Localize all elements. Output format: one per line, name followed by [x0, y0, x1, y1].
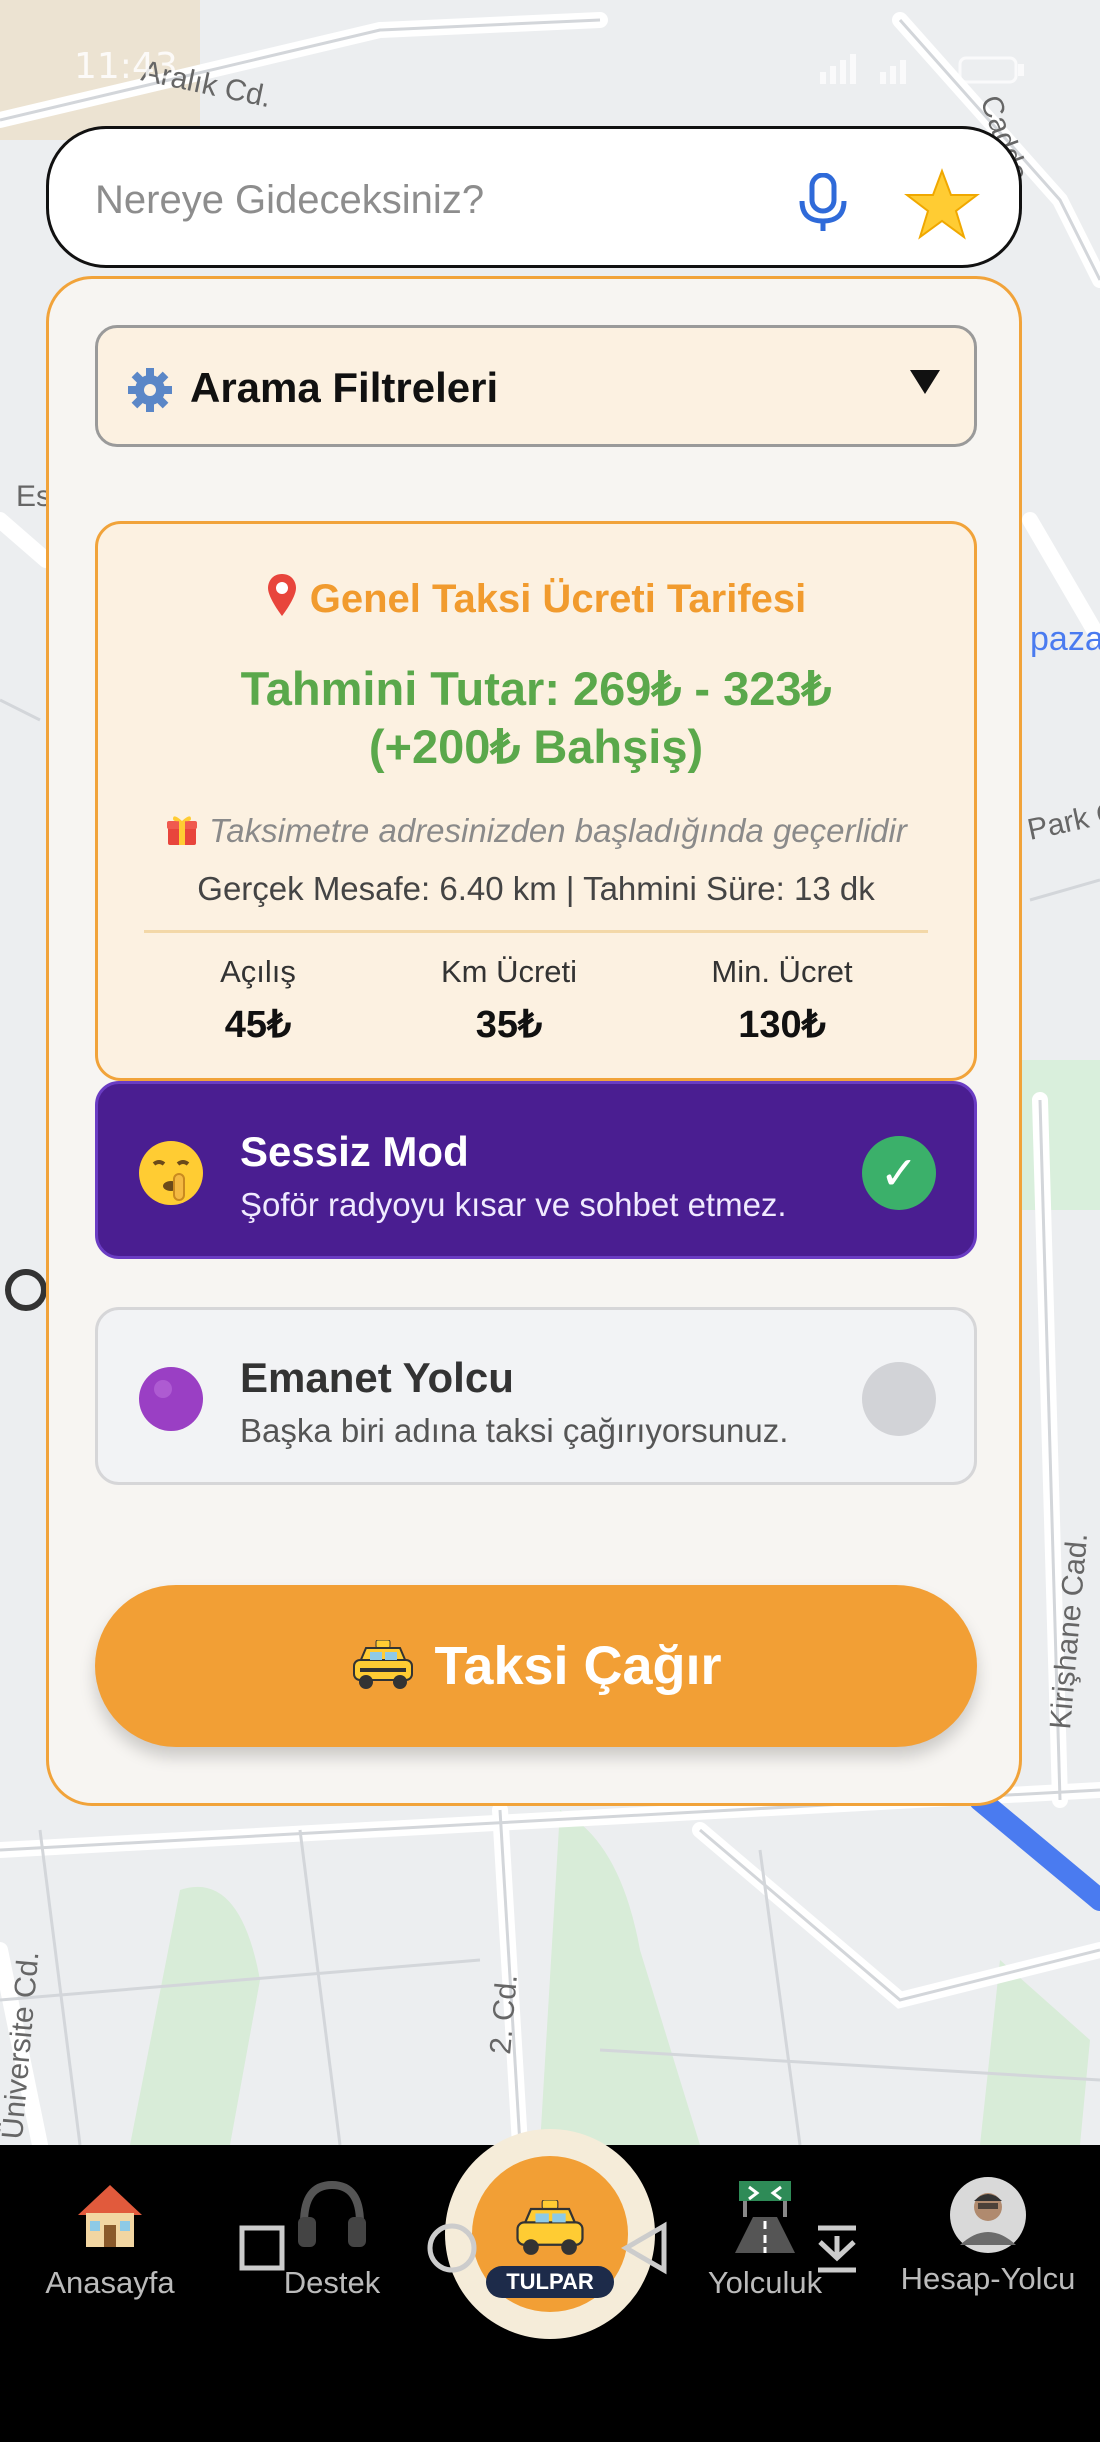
proxy-passenger-title: Emanet Yolcu: [240, 1354, 514, 1401]
tariff-col-value: 130₺: [738, 1004, 826, 1046]
microphone-icon[interactable]: [794, 173, 852, 233]
shushing-face-icon: [139, 1141, 203, 1205]
tariff-km-fee: Km Ücreti 35₺: [379, 954, 639, 1047]
filters-label: Arama Filtreleri: [190, 364, 499, 411]
search-filters-dropdown[interactable]: Arama Filtreleri: [95, 325, 977, 447]
estimated-amount: Tahmini Tutar: 269₺ - 323₺ (+200₺ Bahşiş…: [98, 660, 974, 776]
system-navigation-bar: [239, 2221, 856, 2275]
street-label: pazar: [1030, 620, 1100, 658]
call-taxi-button[interactable]: Taksi Çağır: [95, 1585, 977, 1747]
gear-icon: [128, 368, 172, 412]
tariff-divider: [144, 930, 928, 933]
notification-pull-icon[interactable]: [818, 2225, 856, 2273]
tariff-col-label: Min. Ücret: [711, 954, 853, 989]
silent-mode-option[interactable]: Sessiz Mod Şoför radyoyu kısar ve sohbet…: [95, 1081, 977, 1259]
purple-circle-icon: [139, 1367, 203, 1431]
bottom-navigation: Anasayfa Destek TULPAR Yolculuk Hesap-Yo…: [0, 2129, 1100, 2442]
taximeter-note-text: Taksimetre adresinizden başladığında geç…: [209, 812, 907, 849]
tariff-title-row: Genel Taksi Ücreti Tarifesi: [98, 572, 974, 622]
proxy-passenger-checkbox[interactable]: [862, 1362, 936, 1436]
estimated-amount-range: Tahmini Tutar: 269₺ - 323₺: [240, 662, 832, 715]
status-icons: [820, 54, 1024, 84]
chevron-down-icon[interactable]: [910, 370, 940, 394]
home-icon[interactable]: [427, 2223, 477, 2273]
ride-options-card: Arama Filtreleri Genel Taksi Ücreti Tari…: [46, 276, 1022, 1806]
tariff-min-fee: Min. Ücret 130₺: [652, 954, 912, 1047]
proxy-passenger-option[interactable]: Emanet Yolcu Başka biri adına taksi çağı…: [95, 1307, 977, 1485]
search-bar[interactable]: [46, 126, 1022, 268]
tariff-col-value: 35₺: [475, 1004, 543, 1046]
tariff-col-label: Açılış: [220, 954, 296, 989]
back-icon[interactable]: [621, 2221, 667, 2275]
distance-duration: Gerçek Mesafe: 6.40 km | Tahmini Süre: 1…: [197, 870, 875, 907]
street-label: 2. Cd.: [484, 1973, 524, 2056]
taximeter-note: Taksimetre adresinizden başladığında geç…: [98, 812, 974, 850]
fare-tariff-panel: Genel Taksi Ücreti Tarifesi Tahmini Tuta…: [95, 521, 977, 1081]
proxy-passenger-subtitle: Başka biri adına taksi çağırıyorsunuz.: [240, 1412, 789, 1449]
search-input[interactable]: [93, 165, 797, 235]
tariff-col-label: Km Ücreti: [440, 954, 578, 989]
silent-mode-title: Sessiz Mod: [240, 1128, 469, 1175]
gift-icon: [167, 816, 198, 845]
star-icon[interactable]: [904, 167, 980, 243]
map-pin-icon: [267, 574, 296, 616]
taxi-icon: [353, 1640, 414, 1689]
tariff-opening-fee: Açılış 45₺: [128, 954, 388, 1047]
silent-mode-subtitle: Şoför radyoyu kısar ve sohbet etmez.: [240, 1186, 787, 1223]
tariff-col-value: 45₺: [224, 1004, 292, 1046]
call-taxi-label: Taksi Çağır: [434, 1636, 722, 1696]
status-time: 11:43: [74, 46, 178, 87]
tariff-title: Genel Taksi Ücreti Tarifesi: [309, 577, 807, 621]
estimated-tip: (+200₺ Bahşiş): [368, 720, 704, 773]
silent-mode-checkbox[interactable]: ✓: [862, 1136, 936, 1210]
recent-apps-icon[interactable]: [239, 2225, 285, 2271]
